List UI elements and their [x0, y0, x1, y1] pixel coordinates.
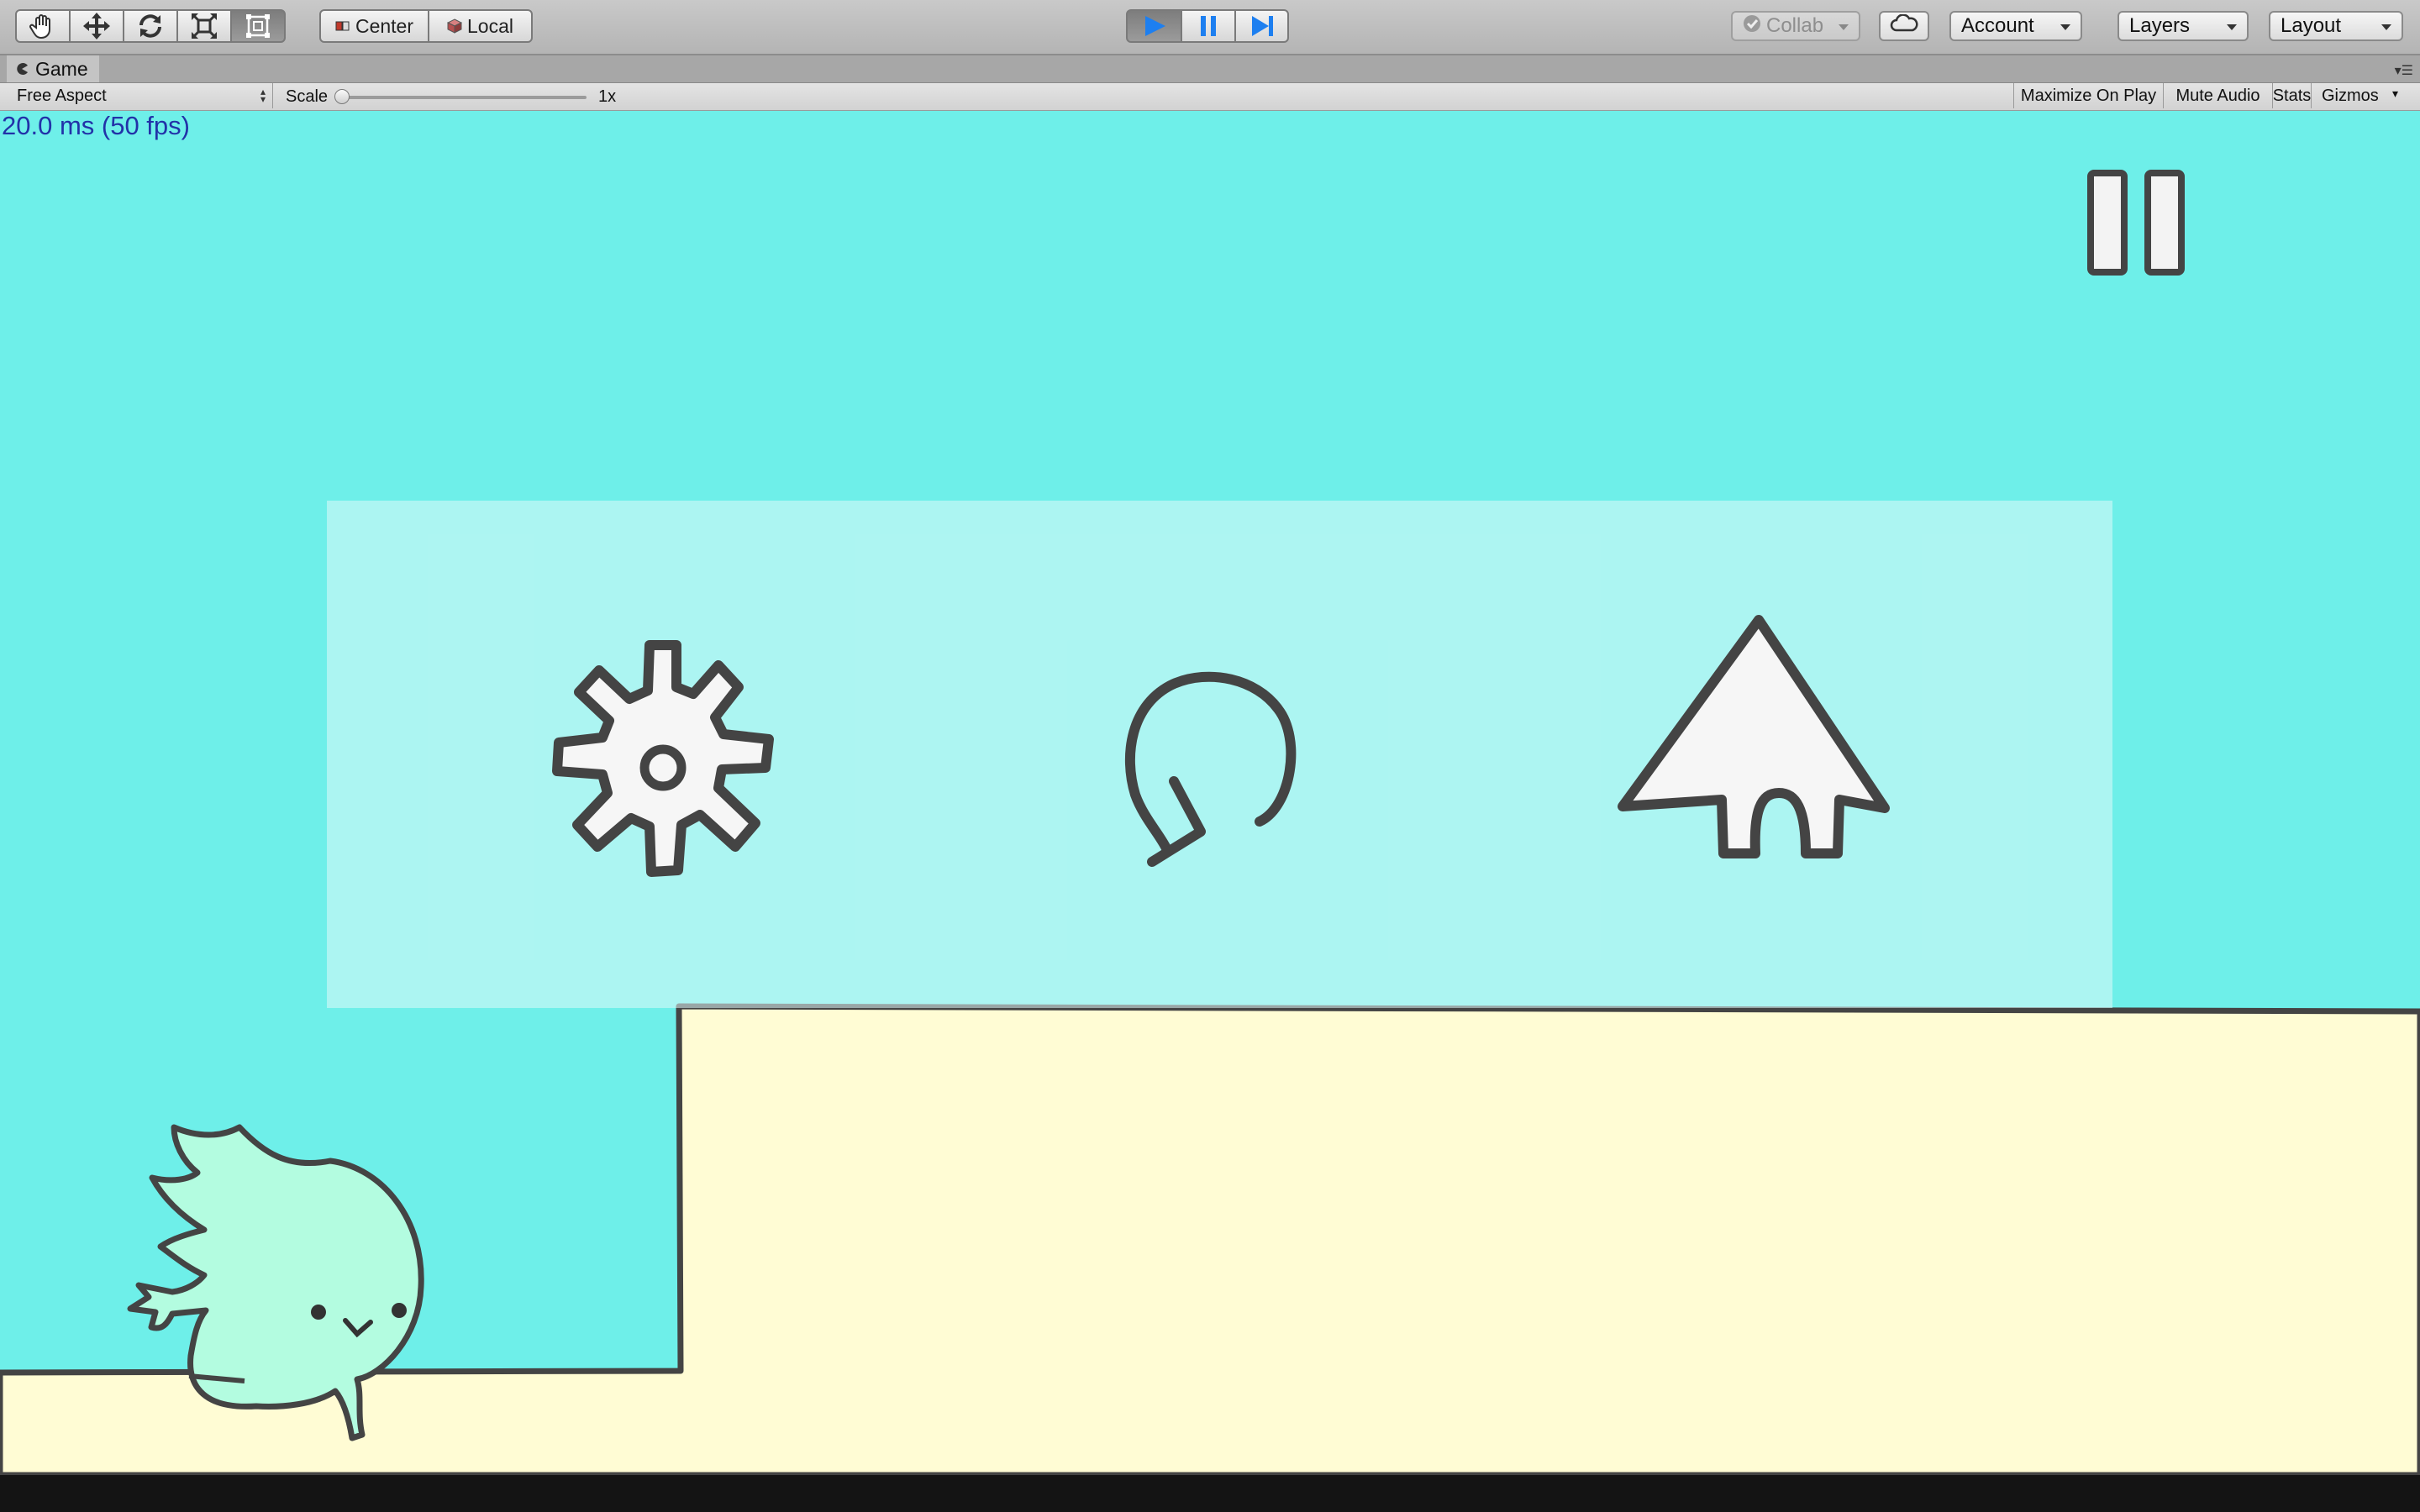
- scale-label: Scale: [286, 87, 329, 106]
- player-character: [105, 1043, 441, 1475]
- aspect-label: Free Aspect: [17, 86, 107, 105]
- step-button[interactable]: [1235, 9, 1289, 43]
- transform-tools: [15, 9, 286, 43]
- step-icon: [1249, 14, 1276, 38]
- updown-arrows-icon: ▴ ▾: [260, 86, 266, 105]
- scale-value: 1x: [598, 87, 617, 106]
- game-view-controls: Free Aspect ▴ ▾ Scale 1x Maximize On Play…: [0, 83, 2420, 112]
- pivot-mode-toggle[interactable]: Center: [319, 9, 429, 43]
- settings-button[interactable]: [529, 640, 797, 921]
- unity-toolbar: Center Local Collab Account Layers Layou…: [0, 0, 2420, 55]
- playback-controls: [1126, 9, 1289, 43]
- game-viewport[interactable]: 20.0 ms (50 fps): [0, 111, 2420, 1475]
- rotate-tool-button[interactable]: [124, 9, 177, 43]
- chevron-down-icon: [1839, 24, 1849, 30]
- layers-dropdown[interactable]: Layers: [2118, 11, 2249, 41]
- house-icon: [1618, 615, 1890, 858]
- home-button[interactable]: [1616, 610, 1893, 874]
- hand-icon: [29, 13, 57, 39]
- pivot-center-icon: [335, 20, 350, 32]
- collab-check-icon: [1743, 14, 1761, 39]
- gizmos-label: Gizmos: [2322, 86, 2379, 105]
- scale-slider-thumb[interactable]: [334, 89, 350, 104]
- pause-icon: [1198, 14, 1218, 38]
- aspect-dropdown[interactable]: Free Aspect ▴ ▾: [8, 83, 273, 108]
- pause-button[interactable]: [1181, 9, 1235, 43]
- restart-button[interactable]: [1083, 638, 1318, 895]
- ghost-character-icon: [127, 1124, 424, 1441]
- rect-tool-button[interactable]: [231, 9, 286, 43]
- play-button[interactable]: [1126, 9, 1181, 43]
- maximize-on-play-label: Maximize On Play: [2020, 86, 2157, 105]
- game-tab-label: Game: [35, 57, 88, 80]
- restart-arrow-icon: [1124, 671, 1297, 867]
- stats-toggle[interactable]: Stats: [2272, 83, 2311, 108]
- tab-menu-icon[interactable]: ▾☰: [2395, 62, 2413, 79]
- layers-label: Layers: [2129, 14, 2191, 37]
- window-bottom-border: [0, 1475, 2420, 1512]
- hand-tool-button[interactable]: [15, 9, 70, 43]
- layout-label: Layout: [2281, 14, 2342, 37]
- move-arrows-icon: [82, 12, 111, 40]
- pivot-controls: Center Local: [319, 9, 533, 43]
- maximize-on-play-toggle[interactable]: Maximize On Play: [2013, 83, 2163, 108]
- scale-tool-button[interactable]: [177, 9, 231, 43]
- pause-icon: [2087, 170, 2185, 276]
- pivot-space-toggle[interactable]: Local: [429, 9, 533, 43]
- cloud-icon: [1890, 13, 1918, 39]
- pivot-mode-label: Center: [355, 14, 414, 37]
- scale-slider-track[interactable]: [339, 96, 587, 99]
- rect-transform-icon: [244, 12, 272, 40]
- account-label: Account: [1961, 14, 2034, 37]
- game-pause-button[interactable]: [2077, 160, 2195, 277]
- local-cube-icon: [447, 18, 462, 34]
- play-icon: [1142, 14, 1167, 38]
- chevron-down-icon: ▾: [2391, 87, 2398, 100]
- move-tool-button[interactable]: [70, 9, 124, 43]
- cloud-button[interactable]: [1879, 11, 1929, 41]
- scale-icon: [190, 12, 218, 40]
- chevron-down-icon: [2227, 24, 2237, 30]
- layout-dropdown[interactable]: Layout: [2269, 11, 2403, 41]
- collab-label: Collab: [1766, 14, 1824, 37]
- rotate-icon: [136, 12, 165, 40]
- collab-dropdown[interactable]: Collab: [1731, 11, 1860, 41]
- pause-menu-panel: [327, 501, 2112, 1008]
- pivot-space-label: Local: [467, 14, 513, 37]
- mute-audio-label: Mute Audio: [2175, 86, 2260, 105]
- window-tab-bar: Game ▾☰: [0, 55, 2420, 83]
- game-pacman-icon: [15, 58, 29, 81]
- game-tab[interactable]: Game: [7, 55, 99, 82]
- gear-icon: [552, 640, 774, 877]
- stats-label: Stats: [2272, 86, 2312, 105]
- gizmos-dropdown[interactable]: Gizmos ▾: [2311, 83, 2405, 108]
- fps-counter: 20.0 ms (50 fps): [2, 111, 190, 140]
- chevron-down-icon: [2060, 24, 2070, 30]
- account-dropdown[interactable]: Account: [1949, 11, 2082, 41]
- mute-audio-toggle[interactable]: Mute Audio: [2163, 83, 2272, 108]
- chevron-down-icon: [2381, 24, 2391, 30]
